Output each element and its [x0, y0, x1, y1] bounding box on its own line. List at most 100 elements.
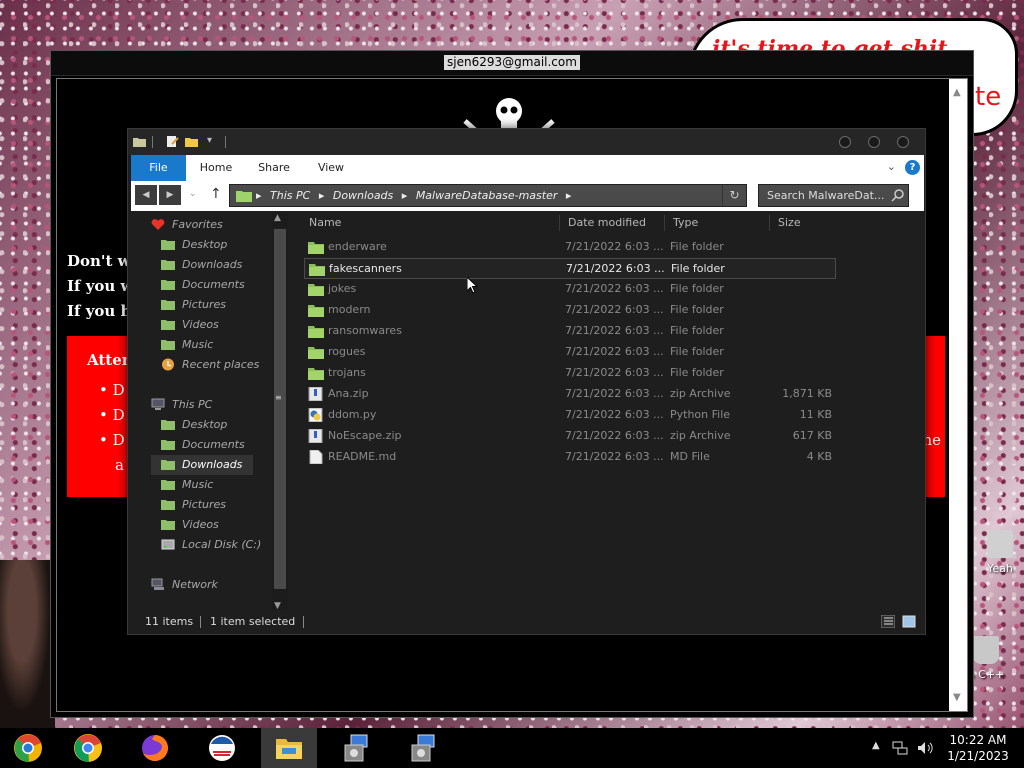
refresh-button[interactable]: ↻ [722, 185, 746, 206]
breadcrumb-downloads[interactable]: Downloads [333, 189, 393, 202]
nav-desktop[interactable]: Desktop [161, 235, 227, 255]
nav-pc-music[interactable]: Music [161, 475, 213, 495]
breadcrumb-separator[interactable]: ▸ [402, 189, 408, 202]
file-row[interactable]: NoEscape.zip 7/21/2022 6:03 ... zip Archiv… [304, 426, 836, 447]
scroll-up-icon[interactable]: ▲ [274, 213, 281, 223]
downloads-folder-icon [161, 460, 175, 470]
column-header-size[interactable]: Size [778, 213, 801, 233]
file-type: File folder [670, 282, 724, 295]
ransom-titlebar[interactable]: sjen6293@gmail.com [51, 51, 973, 76]
nav-music[interactable]: Music [161, 335, 213, 355]
column-header-type[interactable]: Type [673, 213, 698, 233]
desktop-icon-yeah[interactable]: Yeah [976, 530, 1024, 575]
explorer-titlebar[interactable]: ▾ [128, 129, 925, 155]
address-bar[interactable]: ▸ This PC ▸ Downloads ▸ MalwareDatabase-… [229, 184, 747, 207]
nav-this-pc[interactable]: This PC [151, 395, 212, 415]
search-input[interactable]: Search MalwareDat... [758, 184, 909, 207]
up-arrow-icon[interactable]: ↑ [210, 186, 222, 202]
navigation-pane-scrollbar[interactable]: ▲ ≡ ▼ [272, 213, 288, 611]
large-icons-view-icon[interactable] [902, 615, 916, 628]
expand-ribbon-icon[interactable]: ⌄ [887, 160, 896, 173]
nav-pictures[interactable]: Pictures [161, 295, 226, 315]
nav-documents[interactable]: Documents [161, 275, 245, 295]
volume-icon[interactable] [917, 741, 933, 755]
ransom-scrollbar[interactable]: ▲ ▼ [949, 79, 967, 711]
taskbar-firefox[interactable] [127, 728, 183, 768]
help-icon[interactable]: ? [905, 160, 920, 175]
minimize-button[interactable] [839, 136, 851, 148]
navigation-pane: Favorites Desktop Downloads Documents Pi… [131, 213, 288, 611]
taskbar-file-explorer[interactable] [261, 728, 317, 768]
clock-time: 10:22 AM [949, 733, 1007, 747]
tab-share[interactable]: Share [253, 155, 295, 181]
breadcrumb-separator[interactable]: ▸ [256, 189, 262, 202]
maximize-button[interactable] [868, 136, 880, 148]
nav-network[interactable]: Network [151, 575, 218, 595]
file-row[interactable]: README.md 7/21/2022 6:03 ... MD File 4 KB [304, 447, 836, 468]
nav-pc-documents[interactable]: Documents [161, 435, 245, 455]
show-hidden-icons-icon[interactable]: ▲ [872, 740, 880, 751]
network-status-icon[interactable] [892, 741, 908, 755]
tab-view[interactable]: View [312, 155, 350, 181]
breadcrumb-current-folder[interactable]: MalwareDatabase-master [416, 189, 558, 202]
nav-downloads[interactable]: Downloads [161, 255, 242, 275]
scrollbar-thumb[interactable] [274, 229, 286, 589]
scroll-up-icon[interactable]: ▲ [953, 87, 961, 98]
file-row[interactable]: jokes 7/21/2022 6:03 ... File folder [304, 279, 836, 300]
file-row[interactable]: ddom.py 7/21/2022 6:03 ... Python File 11 K… [304, 405, 836, 426]
back-button[interactable]: ◀ [135, 185, 157, 205]
status-bar: 11 items 1 item selected [131, 610, 924, 634]
new-folder-icon[interactable] [185, 135, 198, 148]
breadcrumb-separator[interactable]: ▸ [566, 189, 572, 202]
taskbar-chrome[interactable] [60, 728, 116, 768]
nav-local-disk[interactable]: Local Disk (C:) [161, 535, 261, 555]
file-row[interactable]: rogues 7/21/2022 6:03 ... File folder [304, 342, 836, 363]
properties-icon[interactable] [166, 135, 179, 148]
file-date: 7/21/2022 6:03 ... [565, 303, 664, 316]
column-divider[interactable] [664, 215, 665, 231]
recent-locations-icon[interactable]: ⌄ [189, 189, 197, 199]
taskbar-installer-2[interactable] [395, 728, 451, 768]
taskbar-installer-1[interactable] [328, 728, 384, 768]
scroll-down-icon[interactable]: ▼ [953, 692, 961, 703]
file-explorer-window[interactable]: ▾ File Home Share View ⌄ ? ◀ ▶ ⌄ ↑ ▸ Thi… [127, 128, 926, 635]
column-header-name[interactable]: Name [309, 213, 341, 233]
search-icon[interactable] [889, 187, 906, 204]
column-header-date[interactable]: Date modified [568, 213, 646, 233]
file-row[interactable]: Ana.zip 7/21/2022 6:03 ... zip Archive 1,87… [304, 384, 836, 405]
nav-pc-pictures[interactable]: Pictures [161, 495, 226, 515]
desktop-icon-image [987, 530, 1013, 558]
breadcrumb-this-pc[interactable]: This PC [270, 189, 310, 202]
nav-pc-downloads[interactable]: Downloads [151, 455, 253, 475]
column-divider[interactable] [769, 215, 770, 231]
file-row[interactable]: enderware 7/21/2022 6:03 ... File folder [304, 237, 836, 258]
file-row[interactable]: trojans 7/21/2022 6:03 ... File folder [304, 363, 836, 384]
tab-file[interactable]: File [131, 155, 186, 181]
folder-icon [308, 368, 324, 380]
taskbar-chrome-canary[interactable] [0, 728, 56, 768]
breadcrumb-separator[interactable]: ▸ [319, 189, 325, 202]
customize-quick-access-icon[interactable]: ▾ [207, 135, 212, 146]
file-name: Ana.zip [328, 387, 369, 400]
nav-recent-places[interactable]: Recent places [161, 355, 259, 375]
close-button[interactable] [897, 136, 909, 148]
file-type: Python File [670, 408, 731, 421]
python-file-icon [308, 408, 323, 422]
system-clock[interactable]: 10:22 AM 1/21/2023 [944, 732, 1012, 764]
nav-pc-desktop[interactable]: Desktop [161, 415, 227, 435]
attention-bullet: • D [99, 406, 125, 424]
nav-favorites[interactable]: Favorites [151, 215, 223, 235]
file-row[interactable]: fakescanners 7/21/2022 6:03 ... File folde… [304, 258, 836, 279]
forward-button[interactable]: ▶ [159, 185, 181, 205]
file-row[interactable]: ransomwares 7/21/2022 6:03 ... File folder [304, 321, 836, 342]
file-name: trojans [328, 366, 366, 379]
column-divider[interactable] [559, 215, 560, 231]
taskbar-obama-app[interactable] [194, 728, 250, 768]
nav-videos[interactable]: Videos [161, 315, 219, 335]
mouse-cursor-icon [467, 277, 479, 294]
nav-pc-videos[interactable]: Videos [161, 515, 219, 535]
file-row[interactable]: modern 7/21/2022 6:03 ... File folder [304, 300, 836, 321]
tab-home[interactable]: Home [194, 155, 238, 181]
details-view-icon[interactable] [881, 615, 895, 628]
recent-places-icon [162, 358, 174, 371]
